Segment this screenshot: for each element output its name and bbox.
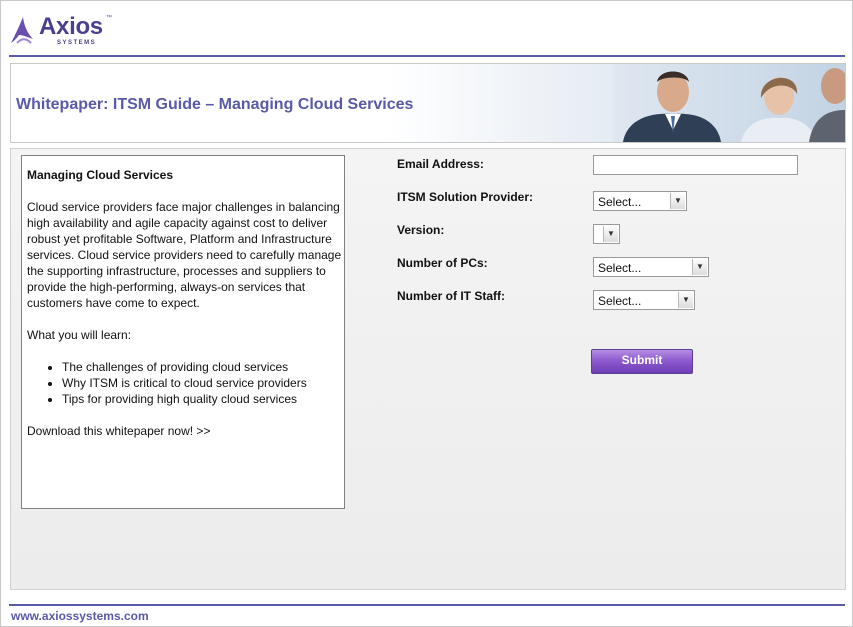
version-label: Version:: [397, 223, 445, 237]
banner-photo: [613, 64, 845, 142]
submit-button[interactable]: Submit: [591, 349, 693, 374]
staff-select-value: Select...: [598, 294, 642, 308]
summary-paragraph: Cloud service providers face major chall…: [27, 200, 342, 310]
page-frame: Axios ™ SYSTEMS Whitepaper: ITSM Guide –…: [0, 0, 853, 627]
whitepaper-summary-box: Managing Cloud Services Cloud service pr…: [21, 155, 345, 509]
pcs-select-value: Select...: [598, 261, 642, 275]
main-panel: Managing Cloud Services Cloud service pr…: [10, 148, 846, 590]
email-label: Email Address:: [397, 157, 484, 171]
download-link[interactable]: Download this whitepaper now! >>: [27, 423, 343, 439]
header-banner: Whitepaper: ITSM Guide – Managing Cloud …: [10, 63, 846, 143]
provider-label: ITSM Solution Provider:: [397, 190, 534, 204]
provider-select[interactable]: Select... ▼: [593, 191, 687, 211]
list-item: Why ITSM is critical to cloud service pr…: [62, 375, 343, 391]
logo-mark-icon: [11, 17, 33, 44]
chevron-down-icon: ▼: [678, 292, 693, 308]
logo-wordmark: Axios: [39, 13, 103, 40]
top-divider: [9, 55, 845, 57]
logo-trademark: ™: [106, 15, 112, 21]
chevron-down-icon: ▼: [670, 193, 685, 209]
footer-link[interactable]: www.axiossystems.com: [11, 609, 149, 623]
summary-title: Managing Cloud Services: [27, 168, 174, 182]
page-title: Whitepaper: ITSM Guide – Managing Cloud …: [16, 96, 414, 113]
list-item: The challenges of providing cloud servic…: [62, 359, 343, 375]
pcs-label: Number of PCs:: [397, 256, 488, 270]
chevron-down-icon: ▼: [692, 259, 707, 275]
email-field[interactable]: [593, 155, 798, 175]
learn-list: The challenges of providing cloud servic…: [27, 359, 343, 407]
staff-select[interactable]: Select... ▼: [593, 290, 695, 310]
provider-select-value: Select...: [598, 195, 642, 209]
learn-heading: What you will learn:: [27, 328, 132, 342]
logo-subtitle: SYSTEMS: [57, 40, 97, 46]
chevron-down-icon: ▼: [603, 226, 618, 242]
summary-body: Cloud service providers face major chall…: [27, 199, 343, 455]
bottom-divider: [9, 604, 845, 606]
version-select[interactable]: ▼: [593, 224, 620, 244]
list-item: Tips for providing high quality cloud se…: [62, 391, 343, 407]
axios-logo[interactable]: Axios ™ SYSTEMS: [9, 11, 119, 49]
staff-label: Number of IT Staff:: [397, 289, 505, 303]
pcs-select[interactable]: Select... ▼: [593, 257, 709, 277]
